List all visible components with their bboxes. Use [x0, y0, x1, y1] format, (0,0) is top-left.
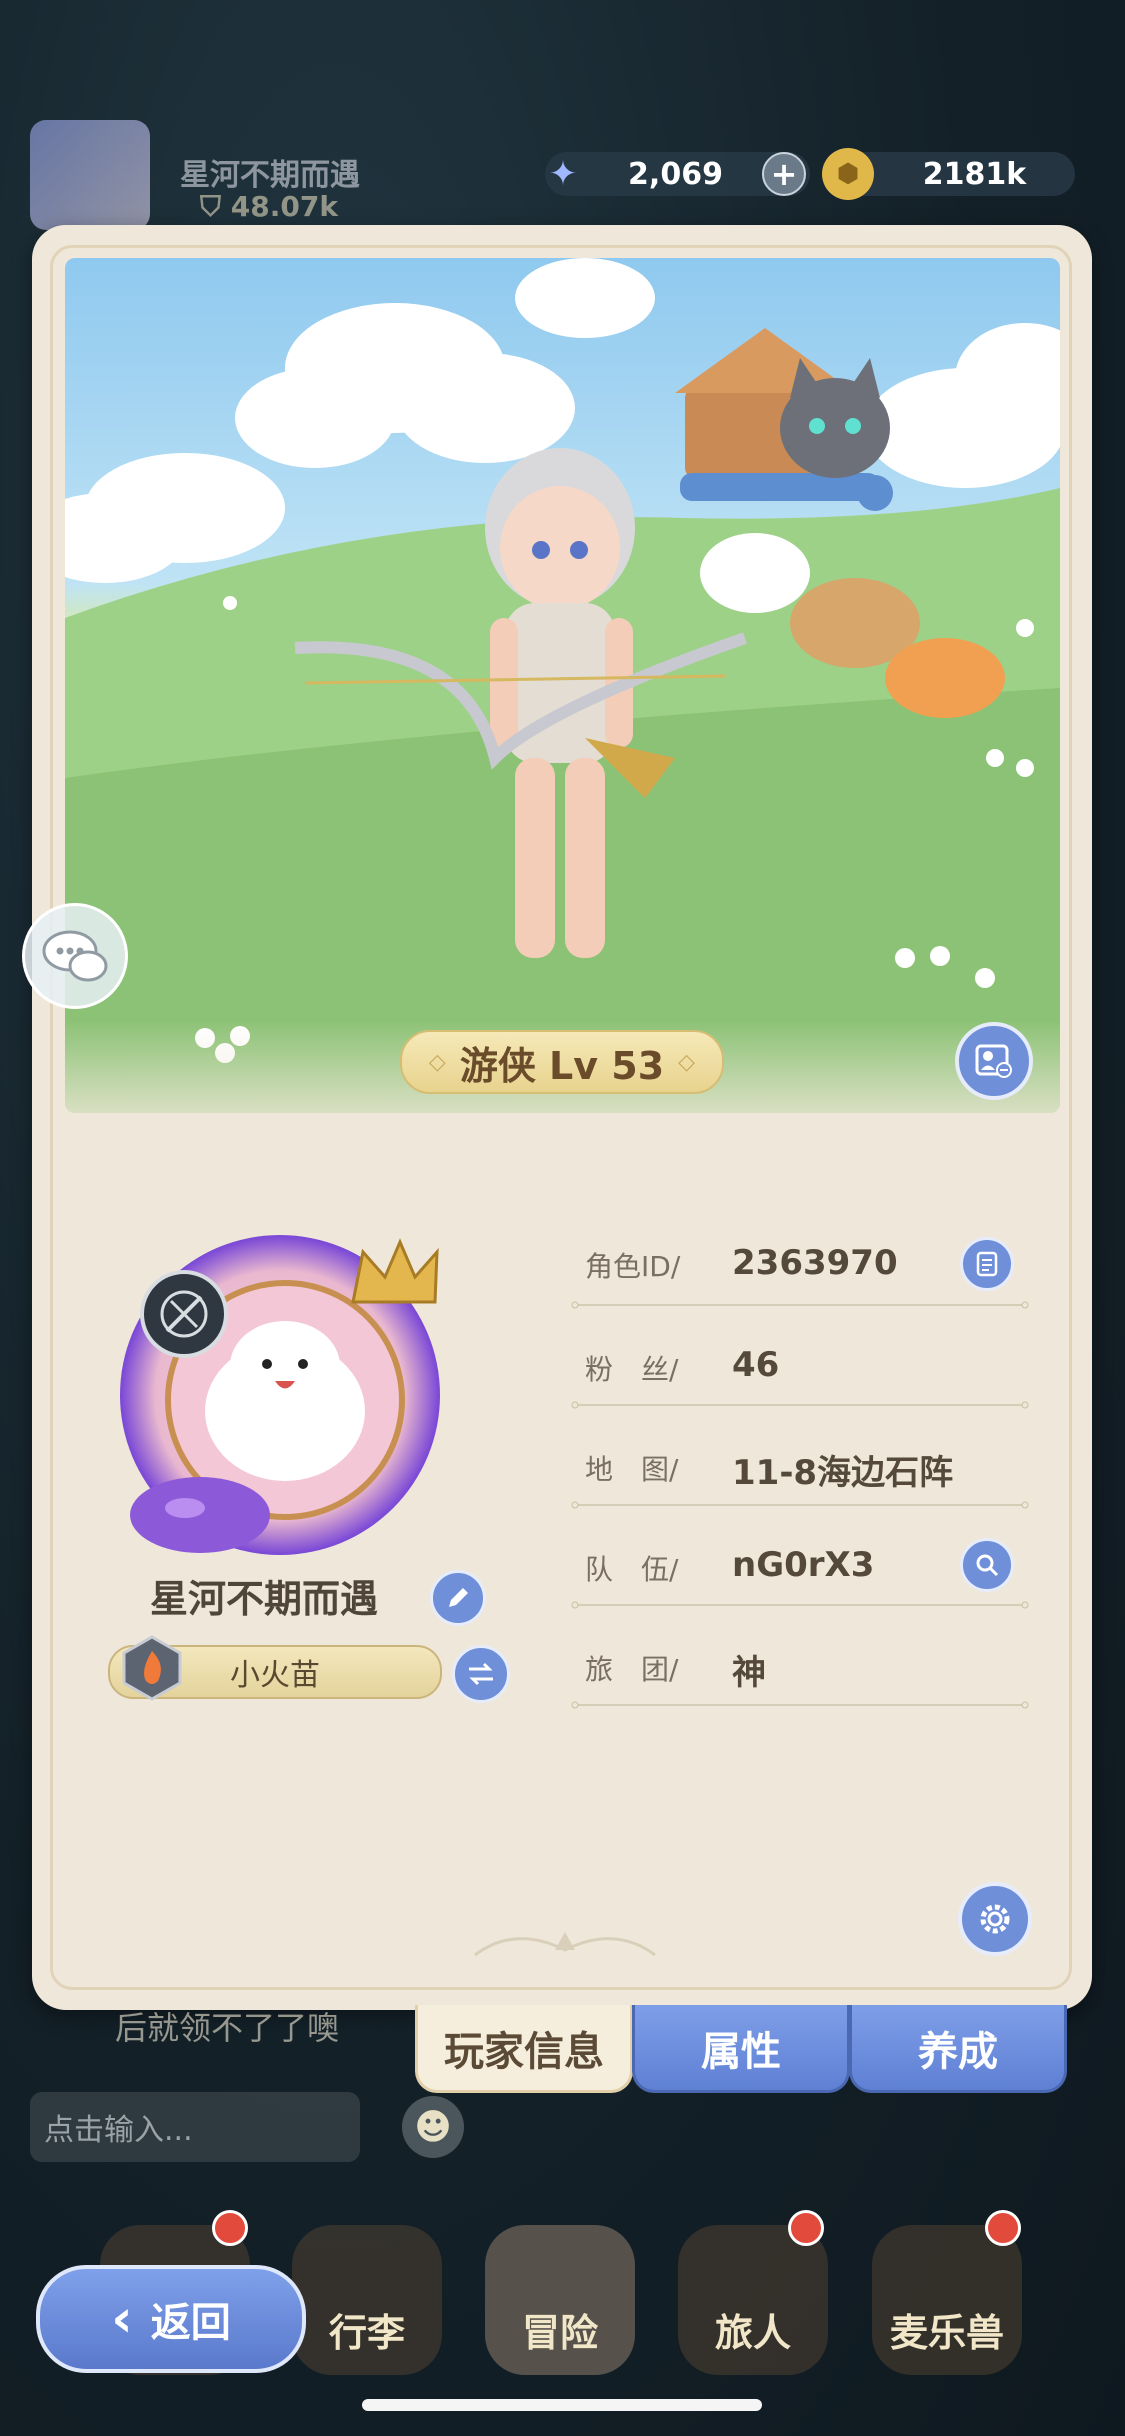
coins-counter: ⬢ 2181k	[822, 148, 1075, 200]
swap-icon[interactable]	[452, 1645, 510, 1703]
tab-player-info-label: 玩家信息	[444, 2028, 604, 2075]
purple-slime-art	[130, 1477, 270, 1553]
photo-card-icon[interactable]	[955, 1022, 1033, 1100]
search-icon[interactable]	[960, 1538, 1014, 1592]
edit-icon[interactable]	[430, 1570, 486, 1626]
nav-pets[interactable]: 麦乐兽	[872, 2225, 1022, 2375]
nav-adventure-label: 冒险	[521, 2311, 598, 2355]
fans-label: 粉 丝/	[585, 1353, 679, 1386]
crossbow-icon	[140, 1270, 228, 1358]
row-divider	[571, 1301, 1029, 1309]
tab-attributes[interactable]: 属性	[632, 2005, 850, 2093]
magnifier-glyph	[976, 1554, 999, 1577]
crossbow-glyph	[160, 1290, 208, 1338]
row-divider	[571, 1501, 1029, 1509]
coins-value: 2181k	[922, 156, 1027, 192]
team-label: 队 伍/	[585, 1553, 679, 1586]
team-value: nG0rX3	[732, 1545, 875, 1585]
photo-card-glyph	[975, 1044, 1012, 1078]
background-player-power: ⛉ 48.07k	[200, 190, 338, 223]
background-player-name: 星河不期而遇	[180, 158, 360, 193]
tab-player-info[interactable]: 玩家信息	[415, 2005, 633, 2093]
notification-badge	[212, 2210, 248, 2246]
character-showcase-scene	[65, 258, 1060, 1113]
fans-value: 46	[732, 1345, 780, 1385]
back-button[interactable]: ‹ 返回	[36, 2265, 306, 2373]
gems-counter: ✦ 2,069 +	[545, 152, 810, 196]
map-label: 地 图/	[585, 1453, 679, 1486]
notification-badge	[788, 2210, 824, 2246]
diamond-ornament-icon: ◇	[678, 1049, 696, 1075]
panel-ornament	[474, 1932, 656, 1957]
nav-adventure[interactable]: 冒险	[485, 2225, 635, 2375]
tab-attributes-label: 属性	[701, 2028, 781, 2075]
nav-luggage-label: 行李	[328, 2311, 405, 2355]
emoji-icon[interactable]: ☻	[402, 2096, 464, 2158]
chat-icon[interactable]	[22, 903, 128, 1009]
star-gem-icon: ✦	[548, 154, 578, 194]
player-title-text: 小火苗	[230, 1658, 320, 1693]
map-value: 11-8海边石阵	[732, 1453, 954, 1493]
gear-icon[interactable]	[958, 1882, 1032, 1956]
document-glyph	[976, 1251, 998, 1277]
background-player-power-value: 48.07k	[230, 190, 338, 223]
guild-value: 神	[732, 1653, 766, 1693]
row-divider	[571, 1401, 1029, 1409]
nav-travelers[interactable]: 旅人	[678, 2225, 828, 2375]
notification-badge	[985, 2210, 1021, 2246]
flame-badge-icon	[122, 1635, 182, 1701]
swap-arrows-glyph	[469, 1662, 493, 1686]
chat-bubbles-glyph	[42, 930, 108, 982]
background-player-avatar	[30, 120, 150, 230]
diamond-ornament-icon: ◇	[428, 1049, 446, 1075]
gems-value: 2,069	[628, 156, 723, 192]
nav-travelers-label: 旅人	[714, 2311, 791, 2355]
row-divider	[571, 1701, 1029, 1709]
home-indicator[interactable]	[362, 2399, 762, 2411]
nav-luggage[interactable]: 行李	[292, 2225, 442, 2375]
tab-development[interactable]: 养成	[849, 2005, 1067, 2093]
copy-icon[interactable]	[960, 1237, 1014, 1291]
row-divider	[571, 1601, 1029, 1609]
guild-label: 旅 团/	[585, 1653, 679, 1686]
gold-coin-icon: ⬢	[822, 148, 874, 200]
gear-glyph	[980, 1904, 1010, 1934]
background-player-header: 星河不期而遇 ⛉ 48.07k	[30, 110, 430, 230]
class-level-label: ◇ 游侠 Lv 53 ◇	[400, 1030, 724, 1094]
role-id-value: 2363970	[732, 1243, 898, 1283]
chat-last-message: 后就领不了了噢	[115, 2009, 340, 2047]
role-id-label: 角色ID/	[585, 1250, 681, 1283]
player-name: 星河不期而遇	[150, 1577, 379, 1621]
scene-illustration	[65, 258, 1060, 1113]
chat-input[interactable]: 点击输入...	[30, 2092, 360, 2162]
nav-pets-label: 麦乐兽	[889, 2311, 1004, 2355]
plus-icon[interactable]: +	[762, 152, 806, 196]
crown-icon	[351, 1238, 439, 1304]
back-label: 返回	[150, 2300, 231, 2346]
class-level-text: 游侠 Lv 53	[459, 1043, 665, 1088]
pencil-glyph	[449, 1588, 468, 1607]
back-chevron-icon: ‹	[111, 2289, 133, 2349]
tab-development-label: 养成	[918, 2028, 998, 2075]
